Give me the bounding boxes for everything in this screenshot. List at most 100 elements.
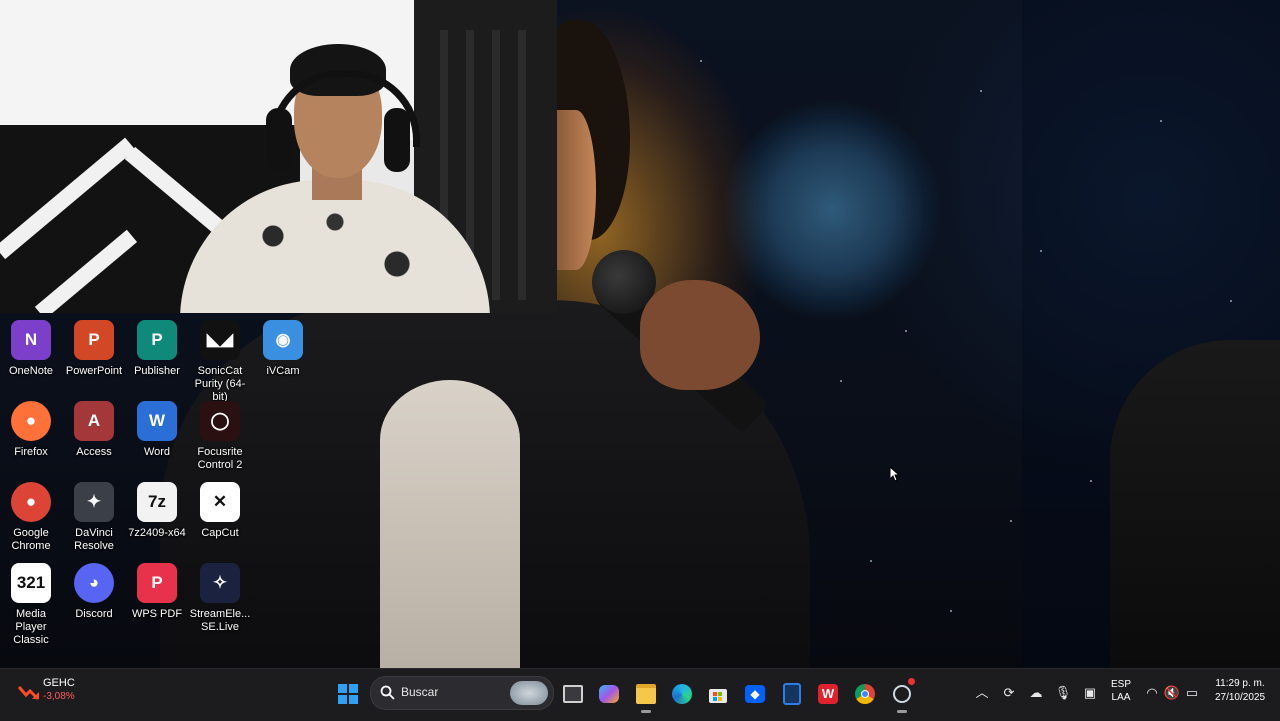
app-button[interactable] — [776, 677, 808, 711]
language-layout: LAA — [1111, 692, 1131, 703]
discord-icon: ◕ — [74, 563, 114, 603]
steam-button[interactable] — [886, 677, 918, 713]
desktop-shortcut[interactable]: 321 Media Player Classic — [0, 563, 63, 647]
wps-office-button[interactable]: W — [812, 677, 844, 711]
mouse-cursor-icon — [889, 466, 901, 482]
language-indicator[interactable]: ESP LAA — [1104, 678, 1138, 704]
desktop-shortcut-label: Word — [143, 446, 171, 458]
microphone-icon[interactable]: 🎙 — [1054, 684, 1072, 702]
word-icon: W — [137, 401, 177, 441]
desktop-shortcut-label: OneNote — [8, 365, 54, 377]
streamelements-icon: ✧ — [200, 563, 240, 603]
desktop-shortcut-label: Access — [76, 446, 112, 458]
app-icon — [783, 683, 801, 705]
desktop-shortcut[interactable]: N OneNote — [0, 320, 63, 378]
onedrive-icon[interactable]: ☁ — [1027, 684, 1045, 702]
soniccat-icon: ◣◢ — [200, 320, 240, 360]
task-view-button[interactable] — [557, 677, 589, 711]
start-icon — [338, 684, 358, 704]
desktop-shortcut[interactable]: ✦ DaVinci Resolve — [62, 482, 126, 553]
language-code: ESP — [1110, 679, 1131, 690]
singer-shirt — [380, 380, 520, 668]
desktop-shortcut-label: WPS PDF — [131, 608, 183, 620]
desktop-shortcut[interactable]: ● Google Chrome — [0, 482, 63, 553]
search-placeholder: Buscar — [401, 685, 439, 699]
file-explorer-button[interactable] — [630, 677, 662, 713]
chrome-icon: ● — [11, 482, 51, 522]
taskbar: GEHC -3,08% Buscar ◆ W ︿ ⟳ ☁ 🎙 ▣ ESP LAA… — [0, 668, 1280, 721]
clock-date: 27/10/2025 — [1214, 692, 1266, 703]
desktop-shortcut-label: Discord — [75, 608, 113, 620]
wps-office-icon: W — [818, 684, 838, 704]
publisher-icon: P — [137, 320, 177, 360]
desktop-shortcut[interactable]: ✧ StreamEle... SE.Live — [188, 563, 252, 634]
chrome-taskbar-button[interactable] — [849, 677, 881, 711]
desktop-shortcut[interactable]: 7z 7z2409-x64 — [125, 482, 189, 540]
mpc-icon: 321 — [11, 563, 51, 603]
capcut-icon: ✕ — [200, 482, 240, 522]
microsoft-store-button[interactable] — [702, 677, 734, 711]
battery-icon[interactable]: ▭ — [1183, 684, 1201, 702]
desktop-shortcut[interactable]: P Publisher — [125, 320, 189, 378]
powerpoint-icon: P — [74, 320, 114, 360]
stock-change: -3,08% — [43, 691, 75, 702]
steam-icon — [893, 685, 911, 703]
desktop-shortcut[interactable]: ◕ Discord — [62, 563, 126, 621]
clock[interactable]: 11:29 p. m. 27/10/2025 — [1205, 677, 1275, 705]
volume-muted-icon[interactable]: 🔇 — [1163, 684, 1181, 702]
sync-icon[interactable]: ⟳ — [1000, 684, 1018, 702]
desktop-shortcut-label: PowerPoint — [65, 365, 123, 377]
wps-pdf-icon: P — [137, 563, 177, 603]
davinci-icon: ✦ — [74, 482, 114, 522]
desktop-shortcut-label: SonicCat Purity (64-bit) — [194, 365, 246, 403]
onenote-icon: N — [11, 320, 51, 360]
dropbox-button[interactable]: ◆ — [739, 677, 771, 711]
stock-widget[interactable]: GEHC -3,08% — [14, 675, 104, 713]
wifi-icon[interactable]: ◠ — [1143, 684, 1161, 702]
copilot-button[interactable] — [593, 677, 625, 711]
screen-capture-icon[interactable]: ▣ — [1081, 684, 1099, 702]
singer-hand — [640, 280, 760, 390]
edge-button[interactable] — [666, 677, 698, 711]
desktop-shortcut[interactable]: ✕ CapCut — [188, 482, 252, 540]
headphones-left — [266, 108, 292, 172]
desktop-shortcut[interactable]: P WPS PDF — [125, 563, 189, 621]
headphones-right — [384, 108, 410, 172]
search-box[interactable]: Buscar — [370, 676, 554, 710]
desktop-shortcut-label: Publisher — [134, 365, 180, 377]
search-icon — [380, 685, 395, 700]
notification-dot — [908, 678, 915, 685]
webcam-overlay — [0, 0, 557, 313]
clock-time: 11:29 p. m. — [1215, 678, 1265, 689]
desktop-shortcut[interactable]: W Word — [125, 401, 189, 459]
copilot-icon — [599, 685, 619, 703]
search-highlight-icon — [510, 681, 548, 705]
firefox-icon: ● — [11, 401, 51, 441]
desktop-shortcut-label: DaVinci Resolve — [74, 527, 114, 552]
desktop-shortcut[interactable]: A Access — [62, 401, 126, 459]
edge-icon — [672, 684, 692, 704]
task-view-icon — [563, 685, 583, 703]
dropbox-icon: ◆ — [745, 685, 765, 703]
show-hidden-icons-icon[interactable]: ︿ — [973, 684, 991, 702]
desktop-shortcut-label: Media Player Classic — [13, 608, 49, 646]
focusrite-icon: ◯ — [200, 401, 240, 441]
desktop-shortcut-label: Firefox — [14, 446, 48, 458]
singer-face — [556, 110, 596, 270]
microsoft-store-icon — [709, 689, 727, 703]
desktop-shortcut-label: Focusrite Control 2 — [197, 446, 243, 471]
start-button[interactable] — [332, 677, 364, 711]
stock-ticker: GEHC — [43, 677, 75, 689]
ivcam-icon: ◉ — [263, 320, 303, 360]
desktop-shortcut[interactable]: ● Firefox — [0, 401, 63, 459]
desktop-shortcut-label: Google Chrome — [11, 527, 51, 552]
desktop-shortcut[interactable]: ◯ Focusrite Control 2 — [188, 401, 252, 472]
file-explorer-icon — [636, 684, 656, 704]
access-icon: A — [74, 401, 114, 441]
desktop-shortcut-label: CapCut — [201, 527, 239, 539]
desktop-shortcut-label: iVCam — [266, 365, 300, 377]
desktop-shortcut[interactable]: ◉ iVCam — [251, 320, 315, 378]
desktop-shortcut[interactable]: ◣◢ SonicCat Purity (64-bit) — [188, 320, 252, 404]
singer-silhouette — [1110, 340, 1280, 668]
desktop-shortcut[interactable]: P PowerPoint — [62, 320, 126, 378]
